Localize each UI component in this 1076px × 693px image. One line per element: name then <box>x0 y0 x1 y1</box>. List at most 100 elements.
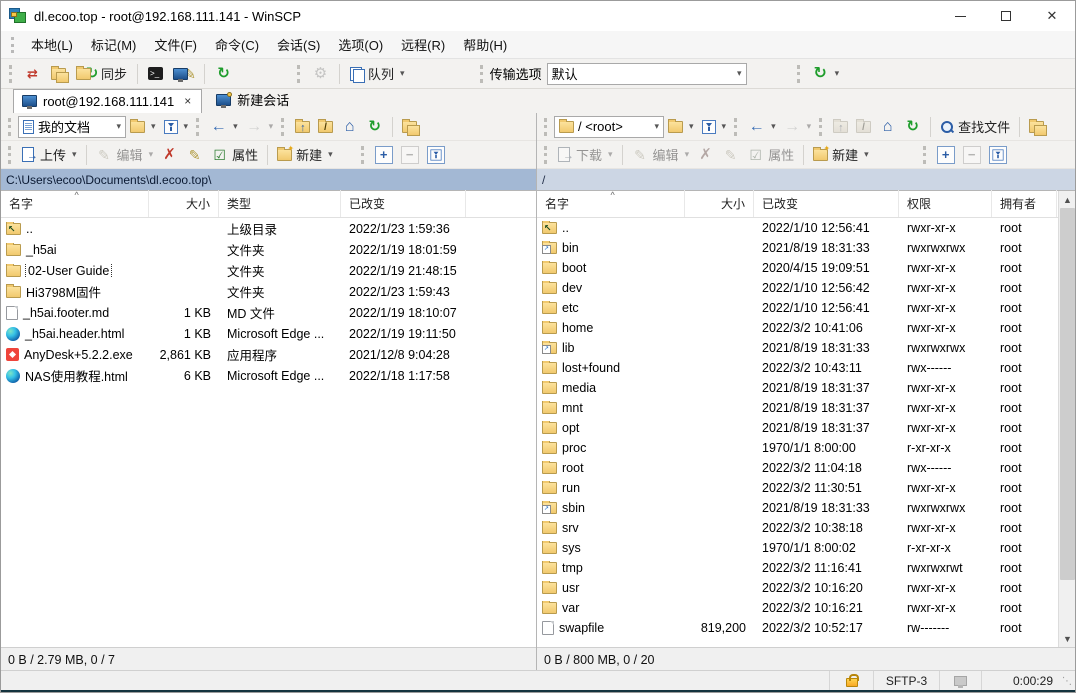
new-session-tab[interactable]: 新建会话 <box>208 87 299 113</box>
menu-command[interactable]: 命令(C) <box>206 31 268 58</box>
local-drive-combo[interactable]: 我的文档 <box>18 116 126 138</box>
remote-scrollbar[interactable]: ▲ ▼ <box>1058 191 1075 647</box>
remote-header-rights[interactable]: 权限 <box>899 190 992 217</box>
compare-directories-button[interactable] <box>19 63 46 85</box>
remote-file-row[interactable]: media2021/8/19 18:31:37rwxr-xr-xroot <box>537 378 1058 398</box>
remote-edit-button[interactable]: 编辑 <box>628 143 694 166</box>
local-forward-button[interactable] <box>242 117 278 137</box>
local-header-name[interactable]: 名字^ <box>1 190 149 217</box>
remote-file-row[interactable]: opt2021/8/19 18:31:37rwxr-xr-xroot <box>537 418 1058 438</box>
remote-file-row[interactable]: etc2022/1/10 12:56:41rwxr-xr-xroot <box>537 298 1058 318</box>
menu-mark[interactable]: 标记(M) <box>82 31 146 58</box>
local-file-row[interactable]: Hi3798M固件文件夹2022/1/23 1:59:43 <box>1 281 536 302</box>
minimize-button[interactable] <box>937 1 983 31</box>
remote-file-row[interactable]: swapfile819,2002022/3/2 10:52:17rw------… <box>537 618 1058 638</box>
remote-select-filter-button[interactable] <box>985 144 1011 166</box>
remote-new-button[interactable]: 新建 <box>809 143 873 166</box>
local-select-filter-button[interactable] <box>423 144 449 166</box>
remote-file-row[interactable]: mnt2021/8/19 18:31:37rwxr-xr-xroot <box>537 398 1058 418</box>
remote-sync-browsing-button[interactable] <box>1025 119 1048 135</box>
menu-help[interactable]: 帮助(H) <box>454 31 516 58</box>
local-file-row[interactable]: _h5ai文件夹2022/1/19 18:01:59 <box>1 239 536 260</box>
remote-file-row[interactable]: home2022/3/2 10:41:06rwxr-xr-xroot <box>537 318 1058 338</box>
remote-open-directory-button[interactable] <box>664 119 698 135</box>
remote-path-bar[interactable]: / <box>537 169 1075 191</box>
remote-rename-button[interactable] <box>718 145 743 165</box>
scrollbar-thumb[interactable] <box>1060 208 1075 580</box>
remote-file-row[interactable]: tmp2022/3/2 11:16:41rwxrwxrwtroot <box>537 558 1058 578</box>
local-open-directory-button[interactable] <box>126 119 160 135</box>
remote-parent-directory-button[interactable] <box>829 119 852 135</box>
local-filter-button[interactable] <box>160 118 193 136</box>
queue-button[interactable]: 队列 <box>345 61 410 86</box>
remote-file-row[interactable]: srv2022/3/2 10:38:18rwxr-xr-xroot <box>537 518 1058 538</box>
download-button[interactable]: 下载 <box>554 143 617 166</box>
local-header-type[interactable]: 类型 <box>219 190 341 217</box>
local-root-directory-button[interactable] <box>314 119 337 135</box>
local-file-row[interactable]: _h5ai.footer.md1 KBMD 文件2022/1/19 18:10:… <box>1 302 536 323</box>
synchronize-button[interactable]: 同步 <box>71 61 132 86</box>
remote-file-row[interactable]: sbin2021/8/19 18:31:33rwxrwxrwxroot <box>537 498 1058 518</box>
connection-sync-button[interactable] <box>807 63 845 85</box>
remote-select-button[interactable]: + <box>933 144 959 166</box>
synchronize-browsing-button[interactable] <box>46 65 71 83</box>
local-file-row[interactable]: AnyDesk+5.2.2.exe2,861 KB应用程序2021/12/8 9… <box>1 344 536 365</box>
remote-properties-button[interactable]: 属性 <box>743 143 798 166</box>
local-rename-button[interactable] <box>182 145 207 165</box>
remote-file-row[interactable]: boot2020/4/15 19:09:51rwxr-xr-xroot <box>537 258 1058 278</box>
local-sync-browsing-button[interactable] <box>398 119 421 135</box>
remote-header-owner[interactable]: 拥有者 <box>992 190 1057 217</box>
maximize-button[interactable] <box>983 1 1029 31</box>
session-tab[interactable]: root@192.168.111.141 × <box>13 89 202 113</box>
session-tab-close-icon[interactable]: × <box>184 94 191 108</box>
find-files-button[interactable]: 查找文件 <box>936 115 1014 138</box>
local-file-row[interactable]: _h5ai.header.html1 KBMicrosoft Edge ...2… <box>1 323 536 344</box>
remote-delete-button[interactable] <box>693 145 718 165</box>
local-home-button[interactable] <box>337 117 362 137</box>
remote-file-row[interactable]: lost+found2022/3/2 10:43:11rwx------root <box>537 358 1058 378</box>
remote-file-row[interactable]: sys1970/1/1 8:00:02r-xr-xr-xroot <box>537 538 1058 558</box>
local-new-button[interactable]: 新建 <box>273 143 337 166</box>
local-parent-directory-button[interactable] <box>291 119 314 135</box>
remote-file-row[interactable]: root2022/3/2 11:04:18rwx------root <box>537 458 1058 478</box>
transfer-preset-combo[interactable]: 默认 <box>547 63 747 85</box>
local-properties-button[interactable]: 属性 <box>207 143 262 166</box>
remote-header-size[interactable]: 大小 <box>685 190 754 217</box>
local-refresh-button[interactable] <box>362 117 387 137</box>
resize-grip[interactable] <box>1061 671 1075 690</box>
menu-options[interactable]: 选项(O) <box>329 31 392 58</box>
remote-back-button[interactable] <box>744 117 780 137</box>
local-edit-button[interactable]: 编辑 <box>92 143 158 166</box>
remote-unselect-button[interactable]: − <box>959 144 985 166</box>
menu-session[interactable]: 会话(S) <box>268 31 329 58</box>
local-path-bar[interactable]: C:\Users\ecoo\Documents\dl.ecoo.top\ <box>1 169 536 191</box>
scroll-up-icon[interactable]: ▲ <box>1059 191 1076 208</box>
remote-refresh-button[interactable] <box>900 117 925 137</box>
open-terminal-button[interactable] <box>143 64 168 83</box>
remote-header-changed[interactable]: 已改变 <box>754 190 899 217</box>
upload-button[interactable]: 上传 <box>18 143 81 166</box>
close-button[interactable]: ✕ <box>1029 1 1075 31</box>
remote-path-combo[interactable]: / <root> <box>554 116 664 138</box>
remote-file-row[interactable]: run2022/3/2 11:30:51rwxr-xr-xroot <box>537 478 1058 498</box>
remote-filter-button[interactable] <box>698 118 731 136</box>
remote-file-row[interactable]: usr2022/3/2 10:16:20rwxr-xr-xroot <box>537 578 1058 598</box>
local-select-button[interactable]: + <box>371 144 397 166</box>
remote-file-row[interactable]: proc1970/1/1 8:00:00r-xr-xr-xroot <box>537 438 1058 458</box>
open-in-putty-button[interactable] <box>168 63 199 85</box>
remote-file-row[interactable]: lib2021/8/19 18:31:33rwxrwxrwxroot <box>537 338 1058 358</box>
remote-header-name[interactable]: 名字^ <box>537 190 685 217</box>
refresh-panels-button[interactable] <box>210 63 237 85</box>
remote-forward-button[interactable] <box>780 117 816 137</box>
remote-file-row[interactable]: var2022/3/2 10:16:21rwxr-xr-xroot <box>537 598 1058 618</box>
scroll-down-icon[interactable]: ▼ <box>1059 630 1076 647</box>
remote-file-row[interactable]: bin2021/8/19 18:31:33rwxrwxrwxroot <box>537 238 1058 258</box>
remote-root-directory-button[interactable] <box>852 119 875 135</box>
local-file-row[interactable]: ..上级目录2022/1/23 1:59:36 <box>1 218 536 239</box>
remote-file-row[interactable]: ..2022/1/10 12:56:41rwxr-xr-xroot <box>537 218 1058 238</box>
local-file-row[interactable]: NAS使用教程.html6 KBMicrosoft Edge ...2022/1… <box>1 365 536 386</box>
local-file-row[interactable]: 02-User Guide文件夹2022/1/19 21:48:15 <box>1 260 536 281</box>
local-unselect-button[interactable]: − <box>397 144 423 166</box>
menu-file[interactable]: 文件(F) <box>145 31 206 58</box>
local-back-button[interactable] <box>206 117 242 137</box>
